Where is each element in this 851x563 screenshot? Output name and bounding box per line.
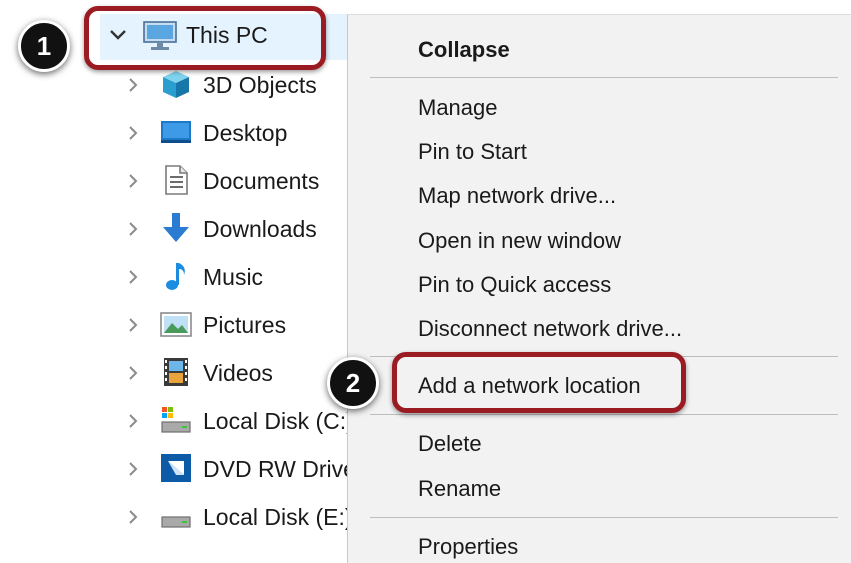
dvd-drive-icon <box>160 452 192 484</box>
tree-item-videos[interactable]: Videos <box>0 350 348 396</box>
menu-item-pin-to-quick-access[interactable]: Pin to Quick access <box>418 270 611 300</box>
desktop-icon <box>160 116 192 148</box>
menu-item-disconnect-network-drive[interactable]: Disconnect network drive... <box>418 314 682 344</box>
3d-objects-icon <box>160 68 192 100</box>
chevron-right-icon[interactable] <box>124 412 142 430</box>
chevron-right-icon[interactable] <box>124 268 142 286</box>
system-drive-icon <box>160 404 192 436</box>
tree-item-label: Music <box>203 264 264 290</box>
chevron-right-icon[interactable] <box>124 76 142 94</box>
tree-item-downloads[interactable]: Downloads <box>0 206 348 252</box>
pictures-icon <box>160 308 192 340</box>
menu-item-manage[interactable]: Manage <box>418 93 498 123</box>
hard-drive-icon <box>160 500 192 532</box>
music-note-icon <box>160 260 192 292</box>
menu-separator <box>370 414 838 415</box>
menu-item-rename[interactable]: Rename <box>418 474 501 504</box>
menu-separator <box>370 517 838 518</box>
tree-item-label: Documents <box>203 168 320 194</box>
menu-item-pin-to-start[interactable]: Pin to Start <box>418 137 527 167</box>
step-2-badge: 2 <box>327 357 379 409</box>
tree-item-label: Pictures <box>203 312 287 338</box>
tree-item-pictures[interactable]: Pictures <box>0 302 348 348</box>
chevron-right-icon[interactable] <box>124 220 142 238</box>
download-arrow-icon <box>160 212 192 244</box>
tree-item-label: Local Disk (C:) <box>203 408 354 434</box>
step-2-highlight <box>392 352 686 413</box>
chevron-right-icon[interactable] <box>124 172 142 190</box>
step-1-highlight <box>84 6 326 70</box>
tree-item-desktop[interactable]: Desktop <box>0 110 348 156</box>
tree-item-label: DVD RW Drive <box>203 456 356 482</box>
documents-icon <box>160 164 192 196</box>
step-1-badge: 1 <box>18 20 70 72</box>
navigation-pane: This PC 3D Objects Desktop Documents Dow… <box>0 0 430 563</box>
tree-item-music[interactable]: Music <box>0 254 348 300</box>
tree-item-local-disk-c[interactable]: Local Disk (C:) <box>0 398 354 444</box>
videos-icon <box>160 356 192 388</box>
tree-item-label: Downloads <box>203 216 317 242</box>
tree-item-documents[interactable]: Documents <box>0 158 348 204</box>
menu-item-open-in-new-window[interactable]: Open in new window <box>418 226 621 256</box>
tree-item-label: Desktop <box>203 120 288 146</box>
menu-item-properties[interactable]: Properties <box>418 532 518 562</box>
menu-item-collapse[interactable]: Collapse <box>418 35 510 65</box>
tree-item-label: Local Disk (E:) <box>203 504 353 530</box>
chevron-right-icon[interactable] <box>124 124 142 142</box>
tree-item-label: Videos <box>203 360 273 386</box>
tree-item-local-disk-e[interactable]: Local Disk (E:) <box>0 494 353 540</box>
tree-item-dvd-rw-drive[interactable]: DVD RW Drive <box>0 446 356 492</box>
menu-separator <box>370 77 838 78</box>
tree-item-label: 3D Objects <box>203 72 317 98</box>
menu-item-delete[interactable]: Delete <box>418 429 482 459</box>
menu-item-map-network-drive[interactable]: Map network drive... <box>418 181 616 211</box>
chevron-right-icon[interactable] <box>124 460 142 478</box>
chevron-right-icon[interactable] <box>124 364 142 382</box>
chevron-right-icon[interactable] <box>124 316 142 334</box>
context-menu: Collapse Manage Pin to Start Map network… <box>347 14 851 563</box>
chevron-right-icon[interactable] <box>124 508 142 526</box>
